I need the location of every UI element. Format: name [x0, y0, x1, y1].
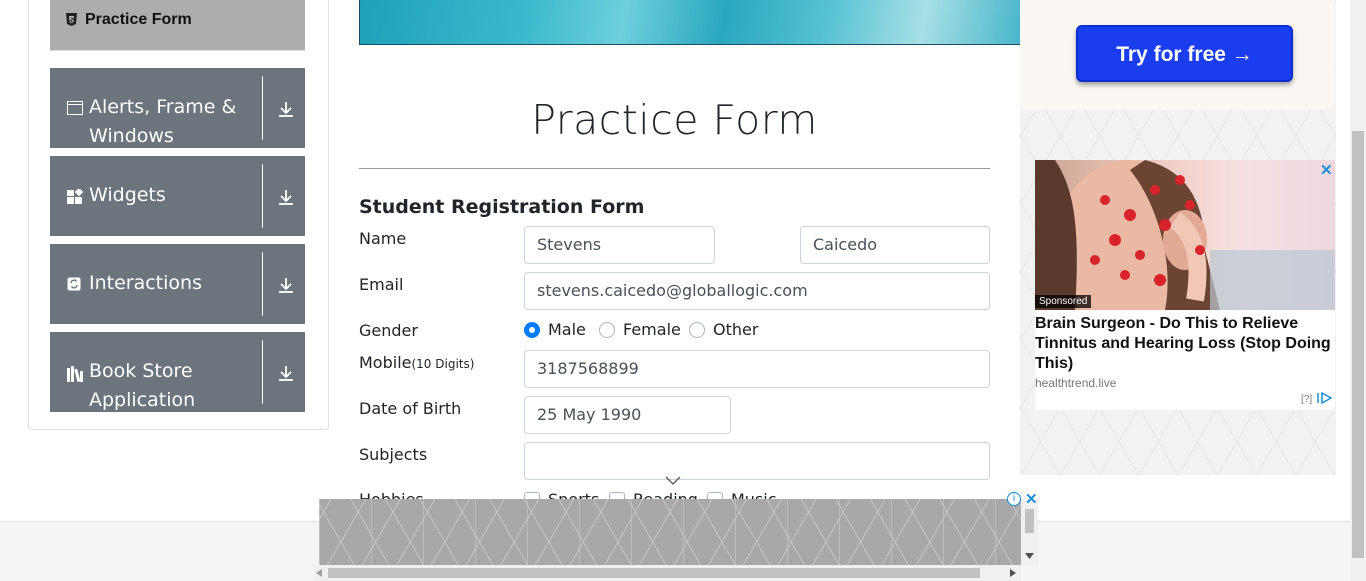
bottom-ad-banner[interactable]	[319, 499, 1021, 565]
widgets-icon	[67, 187, 84, 205]
info-icon[interactable]: i	[1007, 492, 1021, 506]
subjects-label: Subjects	[359, 445, 428, 464]
try-for-free-button[interactable]: Try for free →	[1076, 25, 1293, 82]
adchoices-icon[interactable]	[1317, 391, 1333, 407]
date-of-birth-input[interactable]: 25 May 1990	[524, 396, 731, 434]
scroll-thumb[interactable]	[1352, 131, 1364, 558]
download-icon[interactable]	[277, 364, 295, 384]
ad-image[interactable]: Sponsored	[1035, 160, 1335, 310]
gender-female-label[interactable]: Female	[623, 320, 681, 339]
page-title: Practice Form	[531, 96, 818, 144]
sidebar-group-widgets[interactable]: Widgets	[50, 156, 305, 236]
mobile-hint: (10 Digits)	[411, 357, 475, 371]
close-icon[interactable]: ✕	[1025, 490, 1038, 508]
gender-label: Gender	[359, 321, 418, 340]
subjects-input[interactable]	[524, 442, 990, 480]
divider	[262, 252, 263, 316]
ad-help-link[interactable]: [?]	[1301, 394, 1312, 405]
sidebar-group-label: Widgets	[89, 184, 166, 206]
bottom-ad-vertical-scrollbar[interactable]	[1021, 499, 1038, 565]
divider	[262, 76, 263, 140]
mobile-input[interactable]: 3187568899	[524, 350, 990, 388]
sponsored-ad-card[interactable]: Sponsored Brain Surgeon - Do This to Rel…	[1035, 160, 1335, 410]
first-name-input[interactable]: Stevens	[524, 226, 715, 264]
name-label: Name	[359, 229, 407, 248]
gender-female-radio[interactable]	[599, 322, 615, 338]
interactions-icon	[67, 277, 83, 293]
html5-icon	[66, 13, 77, 29]
sponsored-badge: Sponsored	[1035, 295, 1092, 308]
sidebar-item-label: Practice Form	[85, 11, 192, 28]
mobile-label: Mobile(10 Digits)	[359, 353, 474, 372]
sidebar-group-book-store[interactable]: Book Store Application	[50, 332, 305, 412]
ad-source: healthtrend.live	[1035, 376, 1117, 390]
email-input[interactable]: stevens.caicedo@globallogic.com	[524, 272, 990, 310]
header-banner-image	[359, 0, 1021, 45]
email-label: Email	[359, 275, 404, 294]
divider	[262, 164, 263, 228]
sidebar-group-interactions[interactable]: Interactions	[50, 244, 305, 324]
window-icon	[67, 101, 83, 117]
sidebar-group-label: Book Store Application	[89, 360, 196, 411]
download-icon[interactable]	[277, 100, 295, 120]
download-icon[interactable]	[277, 276, 295, 296]
gender-male-radio[interactable]	[524, 322, 540, 338]
download-icon[interactable]	[277, 188, 295, 208]
scroll-thumb[interactable]	[1025, 509, 1034, 533]
close-icon[interactable]: ✕	[1320, 161, 1333, 179]
mobile-label-text: Mobile	[359, 353, 412, 372]
scroll-thumb[interactable]	[328, 568, 980, 578]
gender-male-label[interactable]: Male	[548, 320, 586, 339]
dob-label: Date of Birth	[359, 399, 462, 418]
books-icon	[67, 366, 83, 383]
sidebar-item-practice-form[interactable]: Practice Form	[50, 0, 305, 51]
gender-other-label[interactable]: Other	[713, 320, 758, 339]
scroll-down-arrow-icon[interactable]	[1025, 553, 1034, 559]
gender-other-radio[interactable]	[689, 322, 705, 338]
scroll-left-arrow-icon[interactable]	[316, 569, 322, 577]
divider	[359, 168, 990, 169]
ad-headline[interactable]: Brain Surgeon - Do This to Relieve Tinni…	[1035, 314, 1335, 374]
bottom-ad-horizontal-scrollbar[interactable]	[314, 565, 1021, 581]
last-name-input[interactable]: Caicedo	[800, 226, 990, 264]
scroll-right-arrow-icon[interactable]	[1010, 569, 1016, 577]
form-heading: Student Registration Form	[359, 196, 645, 218]
sidebar-group-label: Interactions	[89, 272, 202, 294]
sidebar-group-label: Alerts, Frame & Windows	[89, 96, 237, 147]
sidebar-group-alerts-frame-windows[interactable]: Alerts, Frame & Windows	[50, 68, 305, 148]
page-scrollbar[interactable]	[1350, 0, 1366, 581]
divider	[262, 340, 263, 404]
chevron-down-icon[interactable]	[665, 476, 681, 486]
